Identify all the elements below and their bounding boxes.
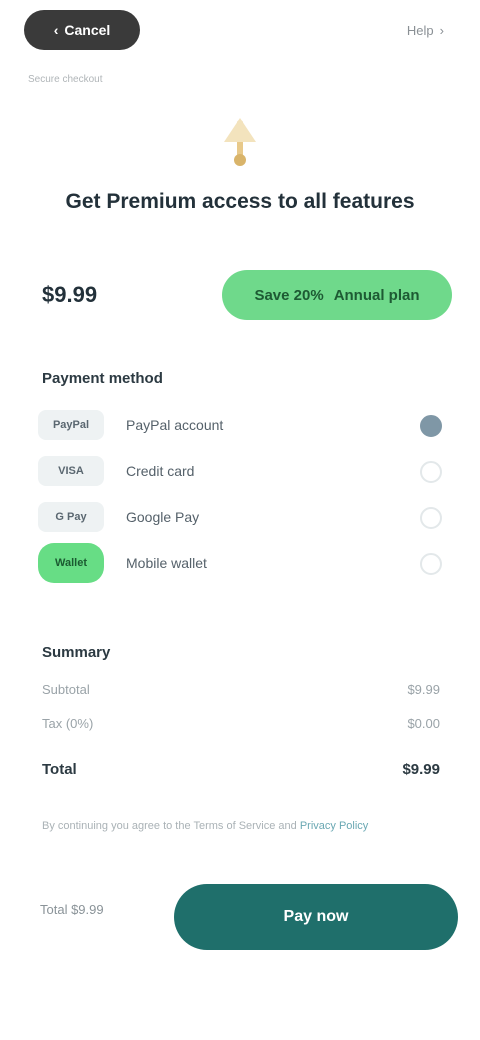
top-bar: ‹ Cancel Help › Secure checkout: [0, 0, 480, 85]
summary-row: Tax (0%) $0.00: [42, 706, 440, 740]
payment-method-list: PayPal PayPal account VISA Credit card G…: [38, 402, 448, 586]
payment-section-label: Payment method: [42, 370, 163, 387]
payment-option-name: Google Pay: [126, 509, 200, 525]
payment-option-name: PayPal account: [126, 417, 224, 433]
header-subtitle: Secure checkout: [28, 74, 103, 85]
chevron-right-icon: ›: [439, 22, 444, 38]
footer-total: Total $9.99: [40, 902, 104, 917]
app-logo-icon: [214, 112, 266, 170]
gpay-logo-icon: G Pay: [38, 502, 104, 532]
back-arrow-icon: ‹: [53, 22, 59, 38]
terms-body: By continuing you agree to the Terms of …: [42, 820, 297, 832]
paypal-logo-icon: PayPal: [38, 410, 104, 440]
total-label: Total: [42, 760, 77, 778]
summary-row: Subtotal $9.99: [42, 672, 440, 706]
help-label: Help: [406, 22, 434, 38]
radio-button[interactable]: [420, 553, 442, 575]
terms-text: By continuing you agree to the Terms of …: [42, 818, 440, 834]
payment-option-wallet[interactable]: Wallet Mobile wallet: [38, 540, 448, 586]
help-link[interactable]: Help ›: [407, 20, 444, 40]
radio-button[interactable]: [420, 461, 442, 483]
price-value: $9.99: [42, 282, 98, 307]
total-value: $9.99: [402, 760, 440, 778]
cancel-button[interactable]: ‹ Cancel: [24, 10, 140, 50]
price-row: $9.99 Save 20% Annual plan: [32, 268, 452, 324]
discount-badge[interactable]: Save 20% Annual plan: [222, 270, 452, 320]
radio-button[interactable]: [420, 415, 442, 437]
visa-logo-icon: VISA: [38, 456, 104, 486]
summary-row-value: $0.00: [407, 715, 440, 731]
summary-row-value: $9.99: [407, 681, 440, 697]
order-summary: Subtotal $9.99 Tax (0%) $0.00 Total $9.9…: [42, 672, 440, 786]
summary-section-label: Summary: [42, 644, 111, 661]
badge-sub: Annual plan: [333, 286, 420, 304]
radio-button[interactable]: [420, 507, 442, 529]
pay-now-button[interactable]: Pay now: [174, 884, 458, 950]
summary-total-row: Total $9.99: [42, 752, 440, 786]
badge-label: Save 20%: [254, 286, 324, 304]
cancel-button-label: Cancel: [64, 22, 111, 38]
privacy-policy-link[interactable]: Privacy Policy: [300, 820, 368, 832]
payment-option-paypal[interactable]: PayPal PayPal account: [38, 402, 448, 448]
product-title: Get Premium access to all features: [65, 190, 415, 213]
payment-option-name: Mobile wallet: [126, 555, 207, 571]
payment-option-googlepay[interactable]: G Pay Google Pay: [38, 494, 448, 540]
summary-row-label: Subtotal: [42, 681, 90, 697]
summary-row-label: Tax (0%): [42, 715, 94, 731]
payment-option-card[interactable]: VISA Credit card: [38, 448, 448, 494]
wallet-logo-icon: Wallet: [38, 543, 104, 583]
payment-option-name: Credit card: [126, 463, 195, 479]
